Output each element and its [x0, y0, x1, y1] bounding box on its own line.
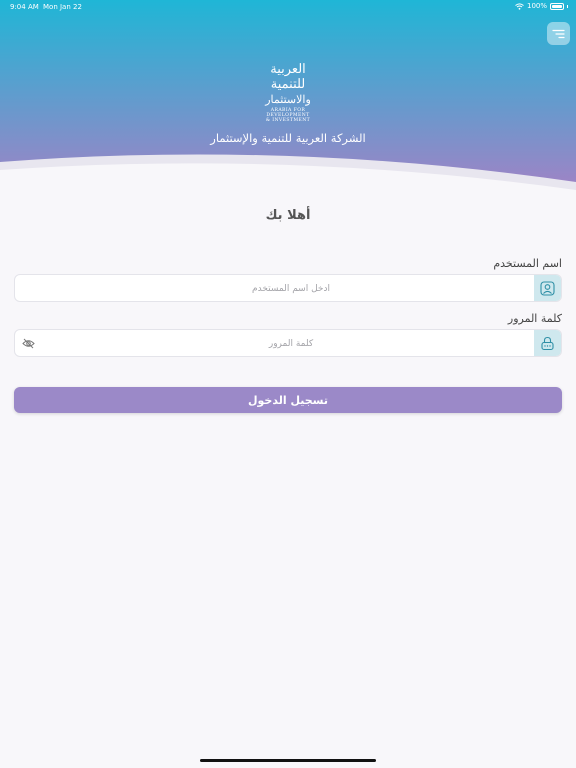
logo-line-3: والاستثمار	[264, 93, 311, 106]
logo-english: ARABIA FOR DEVELOPMENT & INVESTMENT	[258, 108, 318, 123]
password-label: كلمة المرور	[507, 312, 562, 325]
username-input[interactable]	[45, 275, 537, 303]
company-name: الشركة العربية للتنمية والإستثمار	[210, 131, 366, 145]
battery-icon	[550, 2, 564, 10]
username-icon-box	[534, 275, 561, 301]
username-label: اسم المستخدم	[493, 257, 562, 270]
username-field	[14, 274, 562, 303]
status-time: 9:04 AM	[10, 3, 39, 11]
password-input[interactable]	[45, 330, 537, 358]
logo-en-line-3: & INVESTMENT	[265, 118, 311, 123]
user-icon	[540, 280, 555, 296]
welcome-title: أهلا بك	[265, 208, 311, 223]
battery-percent: 100%	[526, 2, 547, 10]
status-bar: 9:04 AM Mon Jan 22 100%	[0, 0, 576, 14]
login-button[interactable]: تسجيل الدخول	[14, 387, 562, 413]
header: 9:04 AM Mon Jan 22 100% العربية للتنمية …	[0, 0, 576, 200]
wifi-icon	[515, 2, 524, 10]
status-date: Mon Jan 22	[43, 3, 82, 11]
status-indicators: 100%	[515, 2, 568, 10]
battery-nub	[567, 4, 568, 8]
menu-button[interactable]	[547, 22, 570, 45]
password-field	[14, 329, 562, 358]
logo-line-2: للتنمية	[271, 77, 306, 92]
eye-slash-icon[interactable]	[22, 337, 35, 350]
logo-line-1: العربية	[270, 62, 306, 77]
lock-icon	[541, 336, 554, 350]
logo-calligraphy: العربية للتنمية والاستثمار	[264, 62, 311, 106]
menu-icon	[552, 29, 565, 38]
password-icon-box	[534, 330, 561, 356]
home-indicator	[200, 759, 376, 762]
